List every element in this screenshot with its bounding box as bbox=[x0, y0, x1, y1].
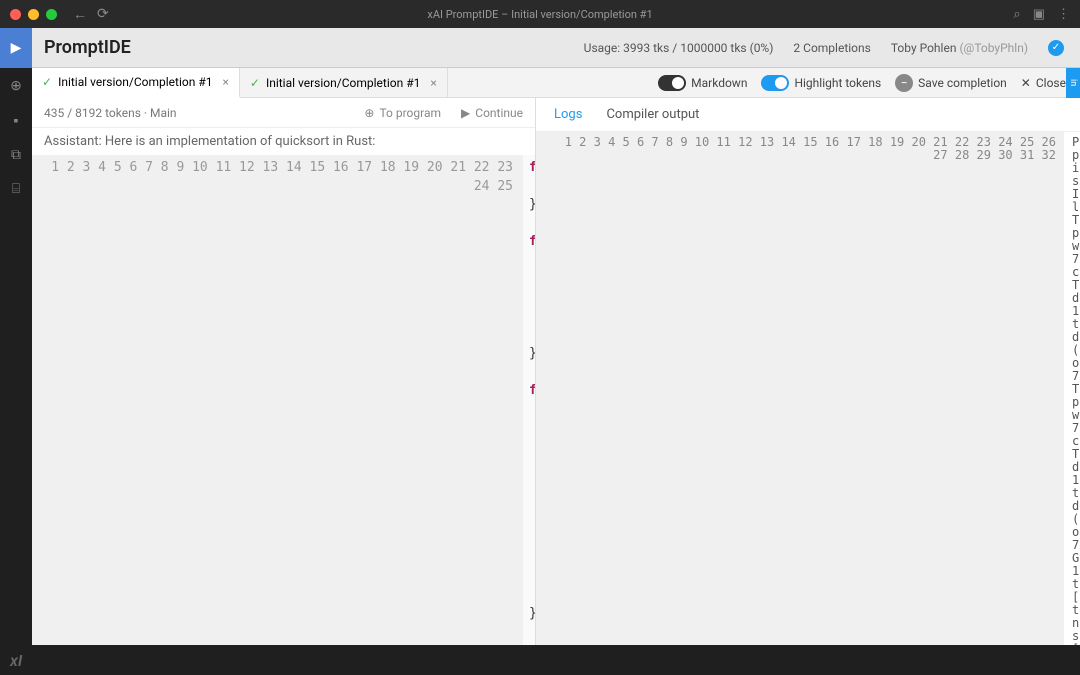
assistant-message: Assistant: Here is an implementation of … bbox=[32, 128, 535, 155]
line-gutter: 1 2 3 4 5 6 7 8 9 10 11 12 13 14 15 16 1… bbox=[32, 155, 523, 675]
close-button[interactable]: ✕ Close bbox=[1021, 76, 1066, 90]
menu-icon[interactable]: ⋮ bbox=[1057, 7, 1070, 22]
search-icon[interactable]: ⌕ bbox=[1013, 7, 1020, 22]
close-window-icon[interactable] bbox=[10, 9, 21, 20]
output-pane: Logs Compiler output 1 2 3 4 5 6 7 8 9 1… bbox=[536, 98, 1080, 675]
sidebar-collapse-icon[interactable]: ⧉ bbox=[11, 147, 21, 163]
code-content[interactable]: fn quicksort(arr: &mut [i32]) { quicksor… bbox=[523, 155, 535, 675]
usage-text: Usage: 3993 tks / 1000000 tks (0%) bbox=[584, 41, 774, 55]
app-logo-icon[interactable]: ▶ bbox=[0, 28, 32, 68]
refresh-icon[interactable]: ⟳ bbox=[97, 6, 109, 23]
window-title: xAI PromptIDE – Initial version/Completi… bbox=[427, 8, 652, 21]
log-line-gutter: 1 2 3 4 5 6 7 8 9 10 11 12 13 14 15 16 1… bbox=[536, 132, 1064, 675]
token-status: 435 / 8192 tokens · Main bbox=[44, 106, 177, 120]
database-icon[interactable]: ⌸ bbox=[12, 181, 20, 197]
maximize-window-icon[interactable] bbox=[46, 9, 57, 20]
browser-nav: ← ⟳ bbox=[73, 6, 109, 23]
status-bar: xI bbox=[0, 645, 1080, 675]
logs-tab[interactable]: Logs bbox=[554, 107, 582, 122]
play-icon: ▶ bbox=[461, 106, 470, 120]
minus-icon: − bbox=[895, 74, 913, 92]
app-title: PromptIDE bbox=[44, 37, 131, 58]
check-icon: ✓ bbox=[250, 76, 260, 90]
tab-label: Initial version/Completion #1 bbox=[58, 75, 212, 89]
save-completion-button[interactable]: − Save completion bbox=[895, 74, 1007, 92]
check-icon: ✓ bbox=[42, 75, 52, 89]
highlight-toggle[interactable]: Highlight tokens bbox=[761, 75, 881, 91]
editor-pane: 435 / 8192 tokens · Main ⊕ To program ▶ … bbox=[32, 98, 536, 675]
tab-bar: ✓ Initial version/Completion #1 × ✓ Init… bbox=[32, 68, 1080, 98]
side-panel-toggle[interactable]: in bbox=[1066, 68, 1080, 98]
activity-bar: ⊕ ▪ ⧉ ⌸ bbox=[0, 68, 32, 675]
markdown-toggle[interactable]: Markdown bbox=[658, 75, 747, 91]
xai-logo-icon: xI bbox=[10, 651, 22, 670]
close-icon: ✕ bbox=[1021, 76, 1031, 90]
user-name[interactable]: Toby Pohlen (@TobyPhln) bbox=[891, 41, 1028, 55]
log-content: Prompt program is starting.. Interpreter… bbox=[1064, 132, 1080, 675]
tab-close-icon[interactable]: × bbox=[430, 76, 436, 90]
compiler-output-tab[interactable]: Compiler output bbox=[606, 107, 699, 122]
code-editor[interactable]: 1 2 3 4 5 6 7 8 9 10 11 12 13 14 15 16 1… bbox=[32, 155, 535, 675]
new-tab-icon[interactable]: ⊕ bbox=[10, 78, 22, 94]
verified-badge-icon: ✓ bbox=[1048, 40, 1064, 56]
completions-count[interactable]: 2 Completions bbox=[793, 41, 870, 55]
tab-close-icon[interactable]: × bbox=[222, 75, 228, 89]
plus-circle-icon: ⊕ bbox=[364, 106, 374, 120]
tab-completion-2[interactable]: ✓ Initial version/Completion #1 × bbox=[240, 68, 448, 98]
app-toolbar: ▶ PromptIDE Usage: 3993 tks / 1000000 tk… bbox=[0, 28, 1080, 68]
to-program-button[interactable]: ⊕ To program bbox=[364, 106, 441, 120]
tab-completion-1[interactable]: ✓ Initial version/Completion #1 × bbox=[32, 68, 240, 98]
tab-label: Initial version/Completion #1 bbox=[266, 76, 420, 90]
traffic-lights bbox=[10, 9, 57, 20]
back-icon[interactable]: ← bbox=[73, 6, 87, 23]
continue-button[interactable]: ▶ Continue bbox=[461, 106, 523, 120]
window-chrome: ← ⟳ xAI PromptIDE – Initial version/Comp… bbox=[0, 0, 1080, 28]
minimize-window-icon[interactable] bbox=[28, 9, 39, 20]
extension-icon[interactable]: ▣ bbox=[1033, 7, 1045, 22]
files-icon[interactable]: ▪ bbox=[14, 112, 19, 129]
